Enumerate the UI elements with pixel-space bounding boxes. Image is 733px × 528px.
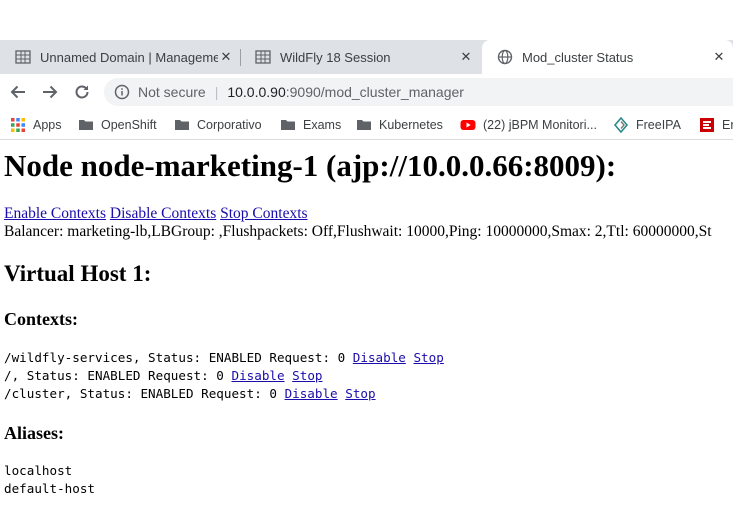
bookmark-label: OpenShift	[101, 118, 157, 132]
tab-title: WildFly 18 Session	[280, 49, 391, 65]
folder-icon	[357, 120, 371, 130]
contexts-title: Contexts:	[4, 309, 78, 329]
tab-title: Unnamed Domain | Manageme	[40, 49, 218, 65]
bookmark-apps[interactable]: Apps	[10, 117, 62, 133]
arrow-left-icon	[10, 85, 25, 99]
disable-context-link[interactable]: Disable	[231, 368, 284, 383]
reload-button[interactable]	[70, 80, 94, 104]
stop-context-link[interactable]: Stop	[292, 368, 322, 383]
close-icon[interactable]: ✕	[711, 49, 727, 65]
globe-icon	[497, 49, 513, 65]
balancer-info: Balancer: marketing-lb,LBGroup: ,Flushpa…	[4, 223, 712, 240]
bookmark-label: Corporativo	[197, 118, 262, 132]
window-title-bar	[0, 0, 733, 40]
tab-unnamed-domain[interactable]: Unnamed Domain | Manageme ✕	[0, 40, 240, 74]
enable-contexts-link[interactable]: Enable Contexts	[4, 205, 106, 222]
context-row: /cluster, Status: ENABLED Request: 0 Dis…	[4, 385, 376, 403]
tab-mod-cluster-status[interactable]: Mod_cluster Status ✕	[482, 40, 733, 74]
tab-wildfly-session[interactable]: WildFly 18 Session ✕	[240, 40, 480, 74]
context-row: /, Status: ENABLED Request: 0 Disable St…	[4, 367, 323, 385]
alias-item: default-host	[4, 481, 95, 496]
back-button[interactable]	[6, 80, 30, 104]
url-host: 10.0.0.90	[227, 84, 286, 100]
arrow-right-icon	[43, 85, 58, 99]
close-icon[interactable]: ✕	[218, 49, 234, 65]
bookmark-exams[interactable]: Exams	[280, 117, 341, 133]
bookmark-corporativo[interactable]: Corporativo	[174, 117, 262, 133]
bookmark-label: Er	[722, 118, 733, 132]
bookmark-kubernetes[interactable]: Kubernetes	[356, 117, 443, 133]
bookmark-label: Exams	[303, 118, 342, 132]
bookmark-label: Kubernetes	[379, 118, 443, 132]
stop-context-link[interactable]: Stop	[345, 386, 375, 401]
folder-icon	[79, 120, 93, 130]
grid-favicon-icon	[15, 50, 31, 64]
disable-context-link[interactable]: Disable	[285, 386, 338, 401]
node-title: Node node-marketing-1 (ajp://10.0.0.66:8…	[4, 148, 617, 183]
context-status: /wildfly-services, Status: ENABLED Reque…	[4, 350, 346, 365]
reload-icon	[75, 85, 89, 99]
context-row: /wildfly-services, Status: ENABLED Reque…	[4, 349, 444, 367]
tab-title: Mod_cluster Status	[522, 49, 634, 65]
stop-contexts-link[interactable]: Stop Contexts	[220, 205, 307, 222]
freeipa-icon	[613, 117, 629, 133]
grid-favicon-icon	[255, 50, 271, 64]
disable-contexts-link[interactable]: Disable Contexts	[110, 205, 216, 222]
bookmark-freeipa[interactable]: FreeIPA	[613, 117, 681, 133]
node-actions: Enable Contexts Disable Contexts Stop Co…	[4, 205, 308, 223]
alias-item: localhost	[4, 463, 73, 478]
bookmark-er[interactable]: Er	[699, 117, 733, 133]
bookmark-label: (22) jBPM Monitori...	[483, 118, 597, 132]
bookmark-jbpm-monitoring[interactable]: (22) jBPM Monitori...	[460, 117, 597, 133]
virtual-host-title: Virtual Host 1:	[4, 261, 152, 286]
aliases-title: Aliases:	[4, 423, 64, 443]
stop-context-link[interactable]: Stop	[413, 350, 443, 365]
browser-toolbar: Not secure | 10.0.0.90:9090/mod_cluster_…	[0, 74, 733, 110]
disable-context-link[interactable]: Disable	[353, 350, 406, 365]
security-label: Not secure	[138, 84, 206, 100]
forward-button[interactable]	[38, 80, 62, 104]
youtube-icon	[460, 120, 476, 130]
bookmark-openshift[interactable]: OpenShift	[78, 117, 157, 133]
bookmark-label: FreeIPA	[636, 118, 681, 132]
context-status: /cluster, Status: ENABLED Request: 0	[4, 386, 277, 401]
folder-icon	[175, 120, 189, 130]
address-bar[interactable]: Not secure | 10.0.0.90:9090/mod_cluster_…	[104, 78, 733, 106]
close-icon[interactable]: ✕	[458, 49, 474, 65]
info-icon[interactable]	[114, 84, 130, 100]
folder-icon	[281, 120, 295, 130]
page-content: Node node-marketing-1 (ajp://10.0.0.66:8…	[0, 141, 733, 528]
apps-grid-icon	[11, 118, 25, 132]
context-status: /, Status: ENABLED Request: 0	[4, 368, 224, 383]
bookmarks-bar: Apps OpenShift Corporativo Exams Kuberne…	[0, 110, 733, 140]
red-badge-icon	[700, 118, 714, 132]
address-divider: |	[214, 84, 219, 100]
bookmark-label: Apps	[33, 118, 62, 132]
url-path: :9090/mod_cluster_manager	[285, 84, 464, 100]
tab-strip: Unnamed Domain | Manageme ✕ WildFly 18 S…	[0, 40, 733, 74]
